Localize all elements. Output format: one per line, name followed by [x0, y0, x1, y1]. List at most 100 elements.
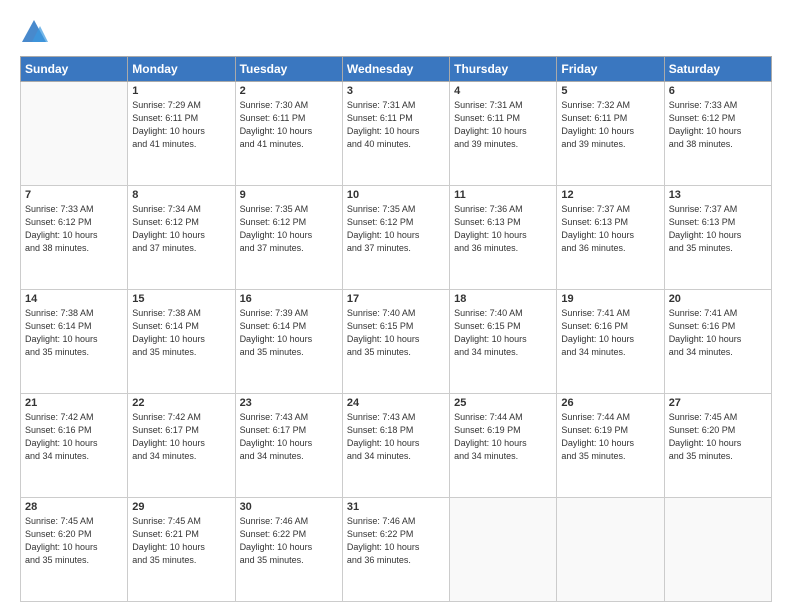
day-number: 5	[561, 85, 659, 97]
week-row-1: 1 Sunrise: 7:29 AM Sunset: 6:11 PM Daylig…	[21, 82, 772, 186]
calendar-cell: 9 Sunrise: 7:35 AM Sunset: 6:12 PM Daylig…	[235, 186, 342, 290]
calendar-cell	[21, 82, 128, 186]
day-number: 15	[132, 293, 230, 305]
day-number: 1	[132, 85, 230, 97]
calendar-cell: 11 Sunrise: 7:36 AM Sunset: 6:13 PM Dayli…	[450, 186, 557, 290]
day-info: Sunrise: 7:38 AM Sunset: 6:14 PM Dayligh…	[132, 307, 230, 359]
day-info: Sunrise: 7:30 AM Sunset: 6:11 PM Dayligh…	[240, 99, 338, 151]
calendar-cell: 13 Sunrise: 7:37 AM Sunset: 6:13 PM Dayli…	[664, 186, 771, 290]
day-info: Sunrise: 7:31 AM Sunset: 6:11 PM Dayligh…	[454, 99, 552, 151]
day-info: Sunrise: 7:42 AM Sunset: 6:17 PM Dayligh…	[132, 411, 230, 463]
weekday-header-wednesday: Wednesday	[342, 57, 449, 82]
day-number: 28	[25, 501, 123, 513]
day-number: 7	[25, 189, 123, 201]
calendar-cell: 26Sunrise: 7:44 AM Sunset: 6:19 PM Dayli…	[557, 394, 664, 498]
calendar-cell: 21 Sunrise: 7:42 AM Sunset: 6:16 PM Dayli…	[21, 394, 128, 498]
week-row-2: 7 Sunrise: 7:33 AM Sunset: 6:12 PM Daylig…	[21, 186, 772, 290]
day-info: Sunrise: 7:43 AM Sunset: 6:17 PM Dayligh…	[240, 411, 338, 463]
calendar-cell	[664, 498, 771, 602]
weekday-header-friday: Friday	[557, 57, 664, 82]
day-info: Sunrise: 7:33 AM Sunset: 6:12 PM Dayligh…	[669, 99, 767, 151]
day-number: 6	[669, 85, 767, 97]
calendar-cell: 23 Sunrise: 7:43 AM Sunset: 6:17 PM Dayli…	[235, 394, 342, 498]
calendar-cell: 28 Sunrise: 7:45 AM Sunset: 6:20 PM Dayli…	[21, 498, 128, 602]
calendar-cell: 27 Sunrise: 7:45 AM Sunset: 6:20 PM Dayli…	[664, 394, 771, 498]
weekday-header-row: SundayMondayTuesdayWednesdayThursdayFrid…	[21, 57, 772, 82]
day-info: Sunrise: 7:34 AM Sunset: 6:12 PM Dayligh…	[132, 203, 230, 255]
calendar-cell: 22 Sunrise: 7:42 AM Sunset: 6:17 PM Dayli…	[128, 394, 235, 498]
calendar-cell: 4 Sunrise: 7:31 AM Sunset: 6:11 PM Daylig…	[450, 82, 557, 186]
day-info: Sunrise: 7:29 AM Sunset: 6:11 PM Dayligh…	[132, 99, 230, 151]
day-info: Sunrise: 7:35 AM Sunset: 6:12 PM Dayligh…	[240, 203, 338, 255]
day-info: Sunrise: 7:46 AM Sunset: 6:22 PM Dayligh…	[240, 515, 338, 567]
day-info: Sunrise: 7:31 AM Sunset: 6:11 PM Dayligh…	[347, 99, 445, 151]
day-number: 17	[347, 293, 445, 305]
day-number: 16	[240, 293, 338, 305]
calendar-cell: 18 Sunrise: 7:40 AM Sunset: 6:15 PM Dayli…	[450, 290, 557, 394]
calendar-cell: 20 Sunrise: 7:41 AM Sunset: 6:16 PM Dayli…	[664, 290, 771, 394]
day-info: Sunrise: 7:42 AM Sunset: 6:16 PM Dayligh…	[25, 411, 123, 463]
week-row-5: 28 Sunrise: 7:45 AM Sunset: 6:20 PM Dayli…	[21, 498, 772, 602]
calendar-cell: 31Sunrise: 7:46 AM Sunset: 6:22 PM Dayli…	[342, 498, 449, 602]
day-info: Sunrise: 7:36 AM Sunset: 6:13 PM Dayligh…	[454, 203, 552, 255]
calendar-cell: 19Sunrise: 7:41 AM Sunset: 6:16 PM Dayli…	[557, 290, 664, 394]
day-info: Sunrise: 7:40 AM Sunset: 6:15 PM Dayligh…	[454, 307, 552, 359]
calendar-cell: 15 Sunrise: 7:38 AM Sunset: 6:14 PM Dayli…	[128, 290, 235, 394]
calendar-cell: 8 Sunrise: 7:34 AM Sunset: 6:12 PM Daylig…	[128, 186, 235, 290]
weekday-header-tuesday: Tuesday	[235, 57, 342, 82]
calendar-cell: 2 Sunrise: 7:30 AM Sunset: 6:11 PM Daylig…	[235, 82, 342, 186]
calendar-cell: 30 Sunrise: 7:46 AM Sunset: 6:22 PM Dayli…	[235, 498, 342, 602]
day-number: 4	[454, 85, 552, 97]
day-number: 23	[240, 397, 338, 409]
calendar-cell: 5Sunrise: 7:32 AM Sunset: 6:11 PM Daylig…	[557, 82, 664, 186]
page: SundayMondayTuesdayWednesdayThursdayFrid…	[0, 0, 792, 612]
day-info: Sunrise: 7:35 AM Sunset: 6:12 PM Dayligh…	[347, 203, 445, 255]
day-number: 21	[25, 397, 123, 409]
day-number: 27	[669, 397, 767, 409]
calendar-cell: 14 Sunrise: 7:38 AM Sunset: 6:14 PM Dayli…	[21, 290, 128, 394]
day-number: 3	[347, 85, 445, 97]
calendar-cell	[450, 498, 557, 602]
logo	[20, 18, 52, 46]
day-info: Sunrise: 7:45 AM Sunset: 6:20 PM Dayligh…	[669, 411, 767, 463]
day-number: 9	[240, 189, 338, 201]
day-info: Sunrise: 7:37 AM Sunset: 6:13 PM Dayligh…	[561, 203, 659, 255]
day-number: 8	[132, 189, 230, 201]
calendar-cell: 17Sunrise: 7:40 AM Sunset: 6:15 PM Dayli…	[342, 290, 449, 394]
week-row-3: 14 Sunrise: 7:38 AM Sunset: 6:14 PM Dayli…	[21, 290, 772, 394]
calendar-cell: 29Sunrise: 7:45 AM Sunset: 6:21 PM Dayli…	[128, 498, 235, 602]
day-number: 22	[132, 397, 230, 409]
day-number: 24	[347, 397, 445, 409]
weekday-header-sunday: Sunday	[21, 57, 128, 82]
calendar-cell: 16Sunrise: 7:39 AM Sunset: 6:14 PM Dayli…	[235, 290, 342, 394]
weekday-header-monday: Monday	[128, 57, 235, 82]
day-number: 20	[669, 293, 767, 305]
day-info: Sunrise: 7:41 AM Sunset: 6:16 PM Dayligh…	[669, 307, 767, 359]
calendar-cell: 6 Sunrise: 7:33 AM Sunset: 6:12 PM Daylig…	[664, 82, 771, 186]
week-row-4: 21 Sunrise: 7:42 AM Sunset: 6:16 PM Dayli…	[21, 394, 772, 498]
day-info: Sunrise: 7:45 AM Sunset: 6:20 PM Dayligh…	[25, 515, 123, 567]
day-number: 13	[669, 189, 767, 201]
day-number: 19	[561, 293, 659, 305]
day-number: 25	[454, 397, 552, 409]
day-number: 2	[240, 85, 338, 97]
day-info: Sunrise: 7:44 AM Sunset: 6:19 PM Dayligh…	[561, 411, 659, 463]
day-number: 11	[454, 189, 552, 201]
header	[20, 18, 772, 46]
day-number: 31	[347, 501, 445, 513]
calendar-cell: 25 Sunrise: 7:44 AM Sunset: 6:19 PM Dayli…	[450, 394, 557, 498]
day-number: 18	[454, 293, 552, 305]
calendar-cell: 10 Sunrise: 7:35 AM Sunset: 6:12 PM Dayli…	[342, 186, 449, 290]
day-info: Sunrise: 7:43 AM Sunset: 6:18 PM Dayligh…	[347, 411, 445, 463]
day-info: Sunrise: 7:37 AM Sunset: 6:13 PM Dayligh…	[669, 203, 767, 255]
day-number: 10	[347, 189, 445, 201]
day-info: Sunrise: 7:44 AM Sunset: 6:19 PM Dayligh…	[454, 411, 552, 463]
calendar-cell: 7 Sunrise: 7:33 AM Sunset: 6:12 PM Daylig…	[21, 186, 128, 290]
calendar-cell: 12Sunrise: 7:37 AM Sunset: 6:13 PM Dayli…	[557, 186, 664, 290]
day-number: 14	[25, 293, 123, 305]
weekday-header-saturday: Saturday	[664, 57, 771, 82]
calendar-cell: 1 Sunrise: 7:29 AM Sunset: 6:11 PM Daylig…	[128, 82, 235, 186]
day-info: Sunrise: 7:38 AM Sunset: 6:14 PM Dayligh…	[25, 307, 123, 359]
day-number: 30	[240, 501, 338, 513]
day-info: Sunrise: 7:33 AM Sunset: 6:12 PM Dayligh…	[25, 203, 123, 255]
